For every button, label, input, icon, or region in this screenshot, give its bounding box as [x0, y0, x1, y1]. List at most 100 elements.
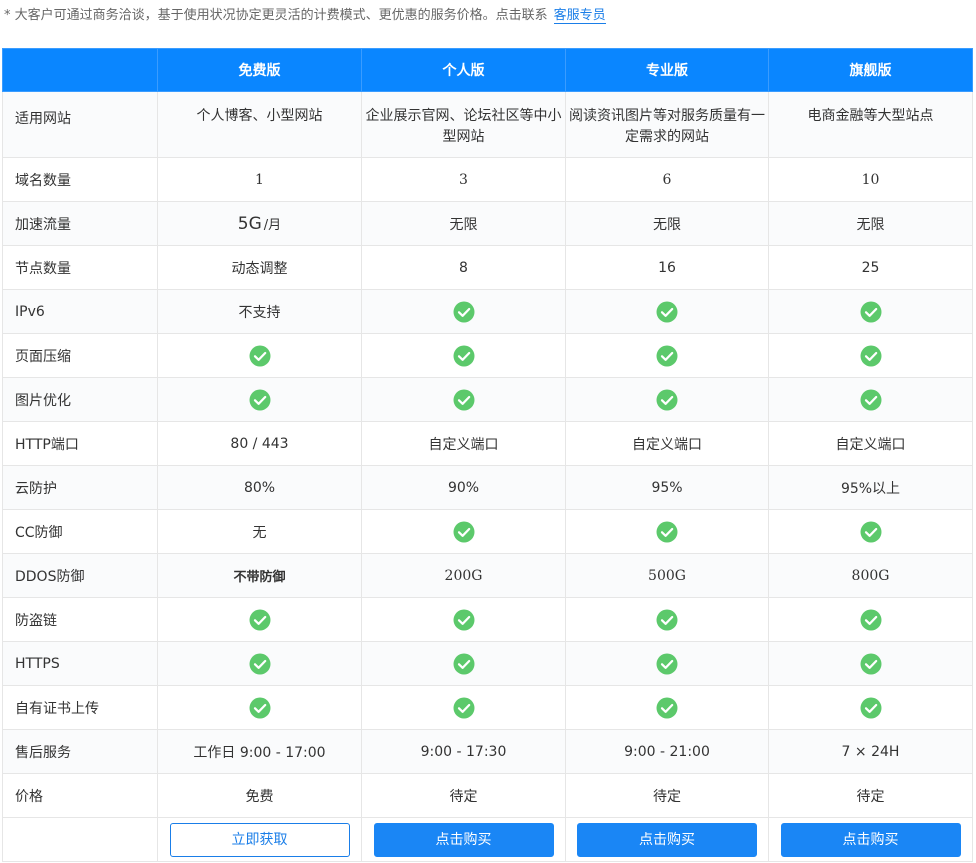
- cell-check: [361, 377, 566, 422]
- button-row-spacer: [2, 817, 158, 862]
- check-circle-icon: [249, 345, 270, 366]
- cell-value: 6: [565, 157, 769, 202]
- cell-value: 9:00 - 17:30: [361, 729, 566, 774]
- cell-value: 9:00 - 21:00: [565, 729, 769, 774]
- cell-value: 动态调整: [157, 245, 362, 290]
- buy-personal-button[interactable]: 点击购买: [373, 822, 554, 857]
- pricing-table: 免费版 个人版 专业版 旗舰版 适用网站 个人博客、小型网站 企业展示官网、论坛…: [2, 48, 973, 862]
- cell-value: 3: [361, 157, 566, 202]
- button-cell: 立即获取: [157, 817, 362, 862]
- cell-check: [565, 333, 769, 378]
- cell-value: 不带防御: [157, 553, 362, 598]
- plan-header-pro: 专业版: [565, 48, 769, 92]
- price-value: 免费: [157, 773, 362, 818]
- button-cell: 点击购买: [768, 817, 973, 862]
- table-row: 云防护 80% 90% 95% 95%以上: [2, 465, 973, 510]
- check-circle-icon: [249, 653, 270, 674]
- button-cell: 点击购买: [361, 817, 566, 862]
- check-circle-icon: [453, 653, 474, 674]
- traffic-amount: 5G: [237, 213, 262, 234]
- cell-value: 无: [157, 509, 362, 554]
- plan-header-flagship: 旗舰版: [768, 48, 973, 92]
- check-circle-icon: [656, 609, 678, 630]
- get-free-button[interactable]: 立即获取: [169, 822, 350, 857]
- cell-value: 200G: [361, 553, 566, 598]
- button-cell: 点击购买: [565, 817, 769, 862]
- cell-check: [768, 685, 973, 730]
- cell-check: [565, 289, 769, 334]
- cell-value: 90%: [361, 465, 566, 510]
- table-row: 防盗链: [2, 597, 973, 642]
- cell-check: [361, 641, 566, 686]
- cell-value: 企业展示官网、论坛社区等中小型网站: [361, 91, 566, 158]
- cell-check: [768, 597, 973, 642]
- table-row: HTTPS: [2, 641, 973, 686]
- cell-value: 自定义端口: [361, 421, 566, 466]
- row-label: 页面压缩: [2, 333, 158, 378]
- cell-value: 800G: [768, 553, 973, 598]
- cell-check: [157, 597, 362, 642]
- row-label: 防盗链: [2, 597, 158, 642]
- cell-check: [565, 377, 769, 422]
- contact-service-link[interactable]: 客服专员: [553, 8, 606, 24]
- cell-check: [768, 289, 973, 334]
- cell-check: [565, 641, 769, 686]
- cell-value: 无限: [361, 201, 566, 246]
- cell-check: [565, 509, 769, 554]
- row-label: 自有证书上传: [2, 685, 158, 730]
- table-row: 价格 免费 待定 待定 待定: [2, 773, 973, 818]
- check-circle-icon: [656, 345, 678, 366]
- row-label: IPv6: [2, 289, 158, 334]
- table-row: 售后服务 工作日 9:00 - 17:00 9:00 - 17:30 9:00 …: [2, 729, 973, 774]
- buy-flagship-button[interactable]: 点击购买: [780, 822, 961, 857]
- row-label: 图片优化: [2, 377, 158, 422]
- cell-check: [768, 333, 973, 378]
- check-circle-icon: [249, 389, 270, 410]
- cell-check: [157, 641, 362, 686]
- check-circle-icon: [249, 609, 270, 630]
- cell-value: 7 × 24H: [768, 729, 973, 774]
- cell-value: 自定义端口: [768, 421, 973, 466]
- cell-value: 500G: [565, 553, 769, 598]
- cell-value: 80%: [157, 465, 362, 510]
- cell-check: [361, 685, 566, 730]
- check-circle-icon: [860, 521, 881, 542]
- row-label: DDOS防御: [2, 553, 158, 598]
- cell-value: 不支持: [157, 289, 362, 334]
- cell-value: 阅读资讯图片等对服务质量有一定需求的网站: [565, 91, 769, 158]
- check-circle-icon: [860, 653, 881, 674]
- cell-value: 95%以上: [768, 465, 973, 510]
- button-row: 立即获取 点击购买 点击购买 点击购买: [2, 817, 973, 862]
- plan-header-personal: 个人版: [361, 48, 566, 92]
- table-row: 自有证书上传: [2, 685, 973, 730]
- table-row: IPv6 不支持: [2, 289, 973, 334]
- table-row: 适用网站 个人博客、小型网站 企业展示官网、论坛社区等中小型网站 阅读资讯图片等…: [2, 91, 973, 158]
- price-value: 待定: [565, 773, 769, 818]
- cell-value: 16: [565, 245, 769, 290]
- check-circle-icon: [453, 521, 474, 542]
- check-circle-icon: [453, 389, 474, 410]
- cell-value: 自定义端口: [565, 421, 769, 466]
- check-circle-icon: [656, 301, 678, 322]
- cell-check: [361, 289, 566, 334]
- buy-pro-button[interactable]: 点击购买: [577, 822, 757, 857]
- check-circle-icon: [453, 345, 474, 366]
- cell-check: [768, 641, 973, 686]
- cell-value: 工作日 9:00 - 17:00: [157, 729, 362, 774]
- cell-check: [361, 509, 566, 554]
- cell-check: [768, 509, 973, 554]
- row-label: 加速流量: [2, 201, 158, 246]
- check-circle-icon: [860, 301, 881, 322]
- traffic-unit: /月: [263, 217, 282, 233]
- check-circle-icon: [453, 301, 474, 322]
- cell-check: [157, 333, 362, 378]
- table-header-row: 免费版 个人版 专业版 旗舰版: [2, 48, 973, 92]
- table-row: 图片优化: [2, 377, 973, 422]
- table-row: 域名数量 1 3 6 10: [2, 157, 973, 202]
- cell-value: 5G/月: [157, 201, 362, 246]
- plan-header-free: 免费版: [157, 48, 362, 92]
- table-row: 加速流量 5G/月 无限 无限 无限: [2, 201, 973, 246]
- cell-value: 80 / 443: [157, 421, 362, 466]
- cell-value: 8: [361, 245, 566, 290]
- row-label: 节点数量: [2, 245, 158, 290]
